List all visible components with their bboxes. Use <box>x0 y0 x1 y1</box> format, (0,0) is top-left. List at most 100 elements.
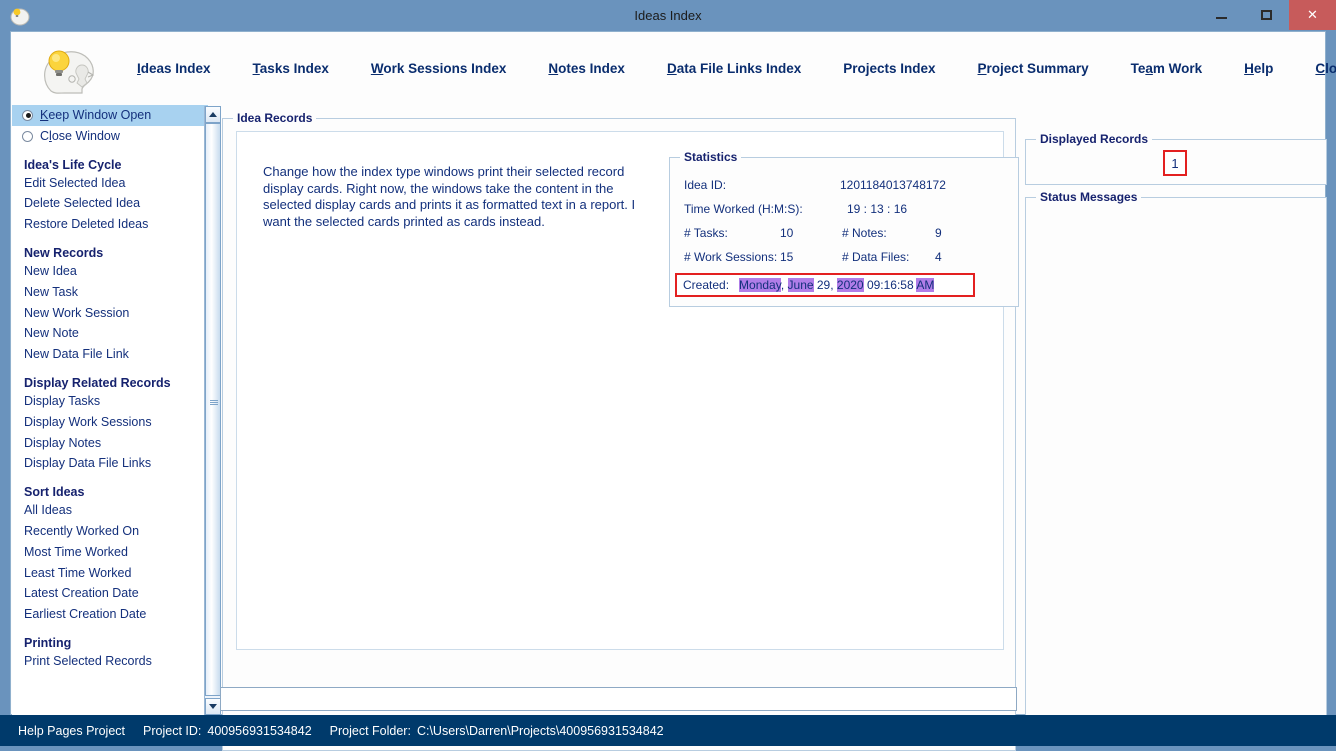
sidebar-heading-sort-ideas: Sort Ideas <box>24 485 85 500</box>
notes-value: 9 <box>935 226 942 240</box>
created-part-highlighted: AM <box>916 278 935 292</box>
sidebar-item-all-ideas[interactable]: All Ideas <box>12 500 208 521</box>
sidebar-radio-label: Close Window <box>40 128 120 143</box>
menu-item-data-file-links-index[interactable]: Data File Links Index <box>646 61 822 76</box>
menu-item-project-summary[interactable]: Project Summary <box>957 61 1110 76</box>
status-bar: Help Pages Project Project ID: 400956931… <box>0 715 1336 746</box>
sidebar-radio-label: Keep Window Open <box>40 108 152 122</box>
menu-item-help[interactable]: Help <box>1223 61 1294 76</box>
sidebar-item-display-data-file-links[interactable]: Display Data File Links <box>12 453 208 474</box>
sidebar-item-display-work-sessions[interactable]: Display Work Sessions <box>12 412 208 433</box>
sidebar-item-latest-creation-date[interactable]: Latest Creation Date <box>12 583 208 604</box>
notes-label: # Notes: <box>842 226 887 240</box>
radio-selected-icon <box>22 109 33 121</box>
sidebar-item-most-time-worked[interactable]: Most Time Worked <box>12 542 208 563</box>
sidebar-radio-close-window[interactable]: Close Window <box>12 126 208 147</box>
tasks-label: # Tasks: <box>684 226 728 240</box>
menu-item-close-program[interactable]: Close Program <box>1294 61 1336 76</box>
title-bar: Ideas Index ✕ <box>0 0 1336 31</box>
sidebar-item-delete-selected-idea[interactable]: Delete Selected Idea <box>12 193 208 214</box>
scrollbar-grip-icon <box>210 400 218 406</box>
radio-unselected-icon <box>22 130 33 142</box>
statistics-group: Statistics Idea ID: 1201184013748172 Tim… <box>669 150 1019 307</box>
sidebar-heading-printing: Printing <box>24 635 72 650</box>
displayed-records-value: 1 <box>1163 150 1187 176</box>
displayed-records-group: Displayed Records 1 <box>1025 132 1327 185</box>
application-window: Ideas Index ✕ Ideas Index Tasks Index Wo… <box>0 0 1336 751</box>
created-label: Created: <box>683 278 730 292</box>
sidebar-item-display-notes[interactable]: Display Notes <box>12 433 208 454</box>
status-project-id-label: Project ID: <box>143 723 202 738</box>
sidebar-item-restore-deleted-ideas[interactable]: Restore Deleted Ideas <box>12 214 208 235</box>
time-worked-label: Time Worked (H:M:S): <box>684 202 803 216</box>
status-project-folder-value: C:\Users\Darren\Projects\400956931534842 <box>416 723 664 738</box>
data-files-value: 4 <box>935 250 942 264</box>
status-project-folder-label: Project Folder: <box>329 723 411 738</box>
sidebar-item-least-time-worked[interactable]: Least Time Worked <box>12 563 208 584</box>
minimize-button[interactable] <box>1199 0 1244 30</box>
created-part-highlighted: Monday <box>739 278 781 292</box>
created-part-plain: , <box>780 278 788 292</box>
sidebar-item-new-data-file-link[interactable]: New Data File Link <box>12 344 208 365</box>
maximize-button[interactable] <box>1244 0 1289 30</box>
idea-records-group: Idea Records Change how the index type w… <box>222 111 1019 751</box>
data-files-label: # Data Files: <box>842 250 910 264</box>
sidebar-item-print-selected-records[interactable]: Print Selected Records <box>12 651 208 672</box>
sidebar-radio-keep-window-open[interactable]: Keep Window Open <box>12 105 208 126</box>
status-project-name: Help Pages Project <box>18 723 126 738</box>
work-sessions-label: # Work Sessions: <box>684 250 778 264</box>
menu-bar: Ideas Index Tasks Index Work Sessions In… <box>11 32 1336 105</box>
idea-description-text: Change how the index type windows print … <box>263 164 636 229</box>
scroll-up-arrow-icon[interactable] <box>205 106 221 123</box>
minimize-icon <box>1216 17 1227 19</box>
sidebar-item-new-idea[interactable]: New Idea <box>12 261 208 282</box>
work-sessions-value: 15 <box>780 250 794 264</box>
menu-item-projects-index[interactable]: Projects Index <box>822 61 956 76</box>
sidebar: Keep Window Open Close Window Idea's Lif… <box>12 105 208 715</box>
sidebar-item-new-task[interactable]: New Task <box>12 282 208 303</box>
scroll-down-arrow-icon[interactable] <box>205 698 221 715</box>
close-icon: ✕ <box>1307 7 1318 22</box>
sidebar-heading-life-cycle: Idea's Life Cycle <box>24 157 122 172</box>
menu-items: Ideas Index Tasks Index Work Sessions In… <box>116 32 1336 105</box>
idea-id-value: 1201184013748172 <box>840 178 946 192</box>
window-title: Ideas Index <box>634 8 702 23</box>
status-messages-group: Status Messages <box>1025 190 1327 737</box>
menu-item-ideas-index[interactable]: Ideas Index <box>116 61 232 76</box>
sidebar-scrollbar[interactable] <box>204 106 221 715</box>
sidebar-item-new-note[interactable]: New Note <box>12 323 208 344</box>
sidebar-item-earliest-creation-date[interactable]: Earliest Creation Date <box>12 604 208 625</box>
created-part-highlighted: 2020 <box>836 278 864 292</box>
status-messages-title: Status Messages <box>1036 190 1142 204</box>
search-input[interactable] <box>220 687 1017 711</box>
created-date-highlight-box: Created: Monday, June 29, 2020 09:16:58 … <box>675 273 975 297</box>
displayed-records-title: Displayed Records <box>1036 132 1153 146</box>
created-part-highlighted: June <box>787 278 814 292</box>
menu-item-tasks-index[interactable]: Tasks Index <box>232 61 350 76</box>
scrollbar-thumb[interactable] <box>205 123 221 696</box>
idea-record-card[interactable]: Change how the index type windows print … <box>236 131 1019 650</box>
created-part-plain: 29, <box>813 278 837 292</box>
menu-item-team-work[interactable]: Team Work <box>1110 61 1224 76</box>
menu-item-notes-index[interactable]: Notes Index <box>527 61 646 76</box>
close-button[interactable]: ✕ <box>1289 0 1336 30</box>
client-area: Ideas Index Tasks Index Work Sessions In… <box>10 31 1336 751</box>
sidebar-item-recently-worked-on[interactable]: Recently Worked On <box>12 521 208 542</box>
search-bar <box>220 687 1020 715</box>
maximize-icon <box>1261 10 1272 20</box>
sidebar-item-edit-selected-idea[interactable]: Edit Selected Idea <box>12 173 208 194</box>
sidebar-heading-new-records: New Records <box>24 245 104 260</box>
center-panel: Idea Records Change how the index type w… <box>220 106 1020 751</box>
created-part-plain: 09:16:58 <box>863 278 917 292</box>
idea-id-label: Idea ID: <box>684 178 727 192</box>
statistics-title: Statistics <box>680 150 742 164</box>
head-lightbulb-logo <box>37 39 103 97</box>
idea-records-title: Idea Records <box>233 111 317 125</box>
created-date-value: Monday, June 29, 2020 09:16:58 AM <box>739 278 935 292</box>
status-project-id-value: 400956931534842 <box>207 723 312 738</box>
sidebar-heading-display-related: Display Related Records <box>24 375 171 390</box>
tasks-value: 10 <box>780 226 794 240</box>
sidebar-item-new-work-session[interactable]: New Work Session <box>12 303 208 324</box>
time-worked-value: 19 : 13 : 16 <box>847 202 908 216</box>
menu-item-work-sessions-index[interactable]: Work Sessions Index <box>350 61 528 76</box>
